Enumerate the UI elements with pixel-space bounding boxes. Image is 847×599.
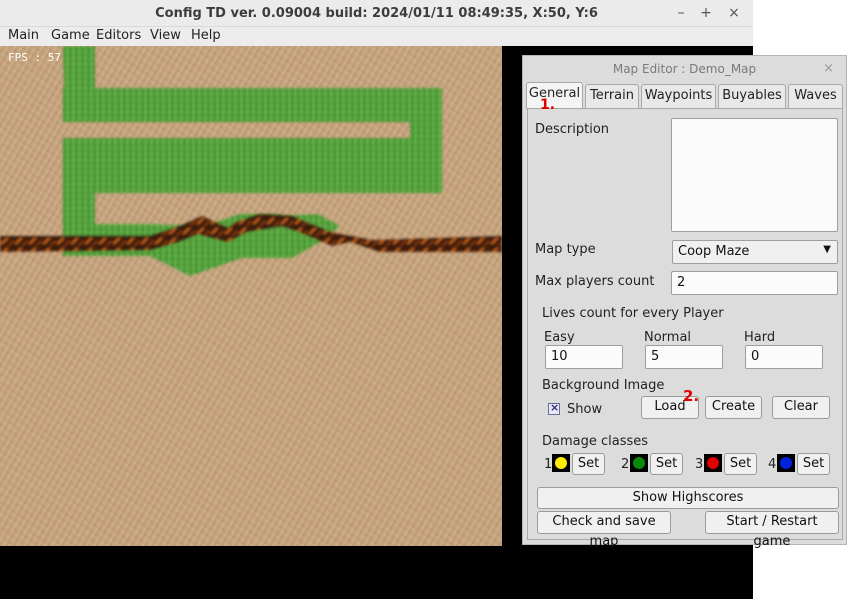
editor-title[interactable]: Map Editor : Demo_Map xyxy=(523,56,846,82)
show-label: Show xyxy=(567,402,603,417)
damage-class-3-set-button[interactable]: Set xyxy=(724,453,757,475)
damage-class-3-number: 3 xyxy=(695,457,704,472)
damage-class-4-number: 4 xyxy=(768,457,777,472)
map-background[interactable]: FPS : 57 xyxy=(0,46,502,546)
damage-class-4-color xyxy=(777,454,795,472)
check-save-map-button[interactable]: Check and save map xyxy=(537,511,671,549)
menu-main[interactable]: Main xyxy=(8,28,39,43)
chevron-down-icon: ▼ xyxy=(823,244,831,255)
show-highscores-button[interactable]: Show Highscores xyxy=(537,487,839,509)
damage-class-4-set-button[interactable]: Set xyxy=(797,453,830,475)
annotation-2: 2. xyxy=(683,387,700,405)
damage-class-1-set-button[interactable]: Set xyxy=(572,453,605,475)
map-editor-dialog: Map Editor : Demo_Map × General Terrain … xyxy=(522,55,847,549)
map-type-select[interactable]: Coop Maze ▼ xyxy=(672,240,838,264)
close-icon[interactable]: × xyxy=(726,5,742,21)
map-type-value: Coop Maze xyxy=(678,244,750,259)
background-image-label: Background Image xyxy=(542,378,665,393)
damage-class-2-color xyxy=(630,454,648,472)
easy-label: Easy xyxy=(544,330,575,345)
menu-help[interactable]: Help xyxy=(191,28,221,43)
hard-lives-field[interactable]: 0 xyxy=(745,345,823,369)
title-bar[interactable]: Config TD ver. 0.09004 build: 2024/01/11… xyxy=(0,0,753,27)
clear-button[interactable]: Clear xyxy=(772,396,830,419)
damage-class-2-number: 2 xyxy=(621,457,630,472)
tab-terrain[interactable]: Terrain xyxy=(585,84,639,108)
hard-label: Hard xyxy=(744,330,776,345)
description-label: Description xyxy=(535,122,610,137)
menu-editors[interactable]: Editors xyxy=(96,28,141,43)
tab-waves[interactable]: Waves xyxy=(788,84,843,108)
easy-lives-field[interactable]: 10 xyxy=(545,345,623,369)
tab-buyables[interactable]: Buyables xyxy=(718,84,786,108)
max-players-field[interactable]: 2 xyxy=(671,271,838,295)
normal-lives-field[interactable]: 5 xyxy=(645,345,723,369)
menu-game[interactable]: Game xyxy=(51,28,90,43)
fps-counter: FPS : 57 xyxy=(8,51,61,64)
map-type-label: Map type xyxy=(535,242,596,257)
show-checkbox[interactable]: × xyxy=(548,401,560,415)
damage-classes-label: Damage classes xyxy=(542,434,649,449)
general-tab-panel: Description Map type Coop Maze ▼ Max pla… xyxy=(527,108,843,549)
damage-class-1-color xyxy=(552,454,570,472)
description-field[interactable] xyxy=(671,118,838,232)
editor-close-icon[interactable]: × xyxy=(823,61,834,76)
damage-class-3-color xyxy=(704,454,722,472)
normal-label: Normal xyxy=(644,330,692,345)
damage-class-2-set-button[interactable]: Set xyxy=(650,453,683,475)
maximize-icon[interactable]: + xyxy=(698,5,714,21)
map-terrain xyxy=(0,46,502,276)
create-button[interactable]: Create xyxy=(705,396,762,419)
menu-view[interactable]: View xyxy=(150,28,181,43)
checkmark-icon: × xyxy=(550,401,560,414)
minimize-icon[interactable]: – xyxy=(673,5,689,21)
max-players-label: Max players count xyxy=(535,274,655,289)
window-title: Config TD ver. 0.09004 build: 2024/01/11… xyxy=(155,6,598,21)
menu-bar: Main Game Editors View Help xyxy=(0,27,753,46)
start-restart-game-button[interactable]: Start / Restart game xyxy=(705,511,839,549)
tab-waypoints[interactable]: Waypoints xyxy=(641,84,716,108)
annotation-1: 1. xyxy=(540,97,556,113)
lives-label: Lives count for every Player xyxy=(542,306,724,321)
